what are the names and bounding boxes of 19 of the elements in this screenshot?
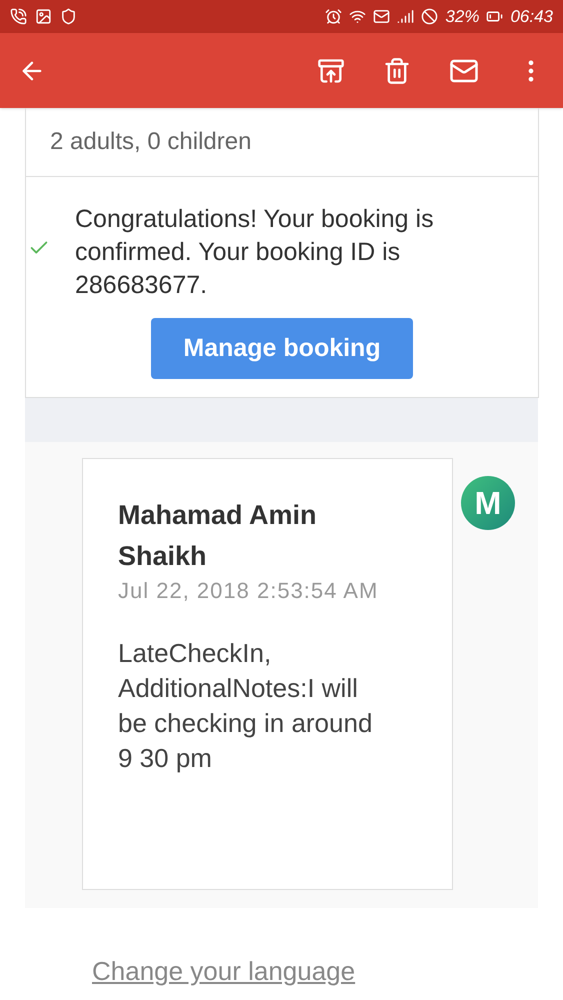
message-body: LateCheckIn, AdditionalNotes:I will be checking in around 9 30 pm — [118, 637, 374, 775]
wifi-icon — [349, 8, 366, 25]
alarm-icon — [325, 8, 342, 25]
avatar: M — [461, 476, 515, 530]
confirmation-text: Congratulations! Your booking is confirmed. Your booking ID is 286683677. — [74, 204, 435, 301]
change-language-link[interactable]: Change your language — [92, 956, 356, 986]
sender-name: Mahamad Amin Shaikh — [118, 499, 318, 573]
guests-text: 2 adults, 0 children — [50, 127, 252, 157]
battery-percent: 32% — [445, 6, 480, 28]
phone-icon — [10, 8, 27, 25]
archive-icon[interactable] — [317, 56, 345, 84]
delete-icon[interactable] — [383, 56, 411, 84]
shield-icon — [60, 8, 77, 25]
signal-icon — [397, 8, 414, 25]
blocked-icon — [421, 8, 438, 25]
manage-booking-button[interactable]: Manage booking — [151, 318, 413, 379]
image-icon — [35, 8, 52, 25]
message-date: Jul 22, 2018 2:53:54 AM — [118, 579, 380, 603]
clock-time: 06:43 — [510, 6, 553, 28]
